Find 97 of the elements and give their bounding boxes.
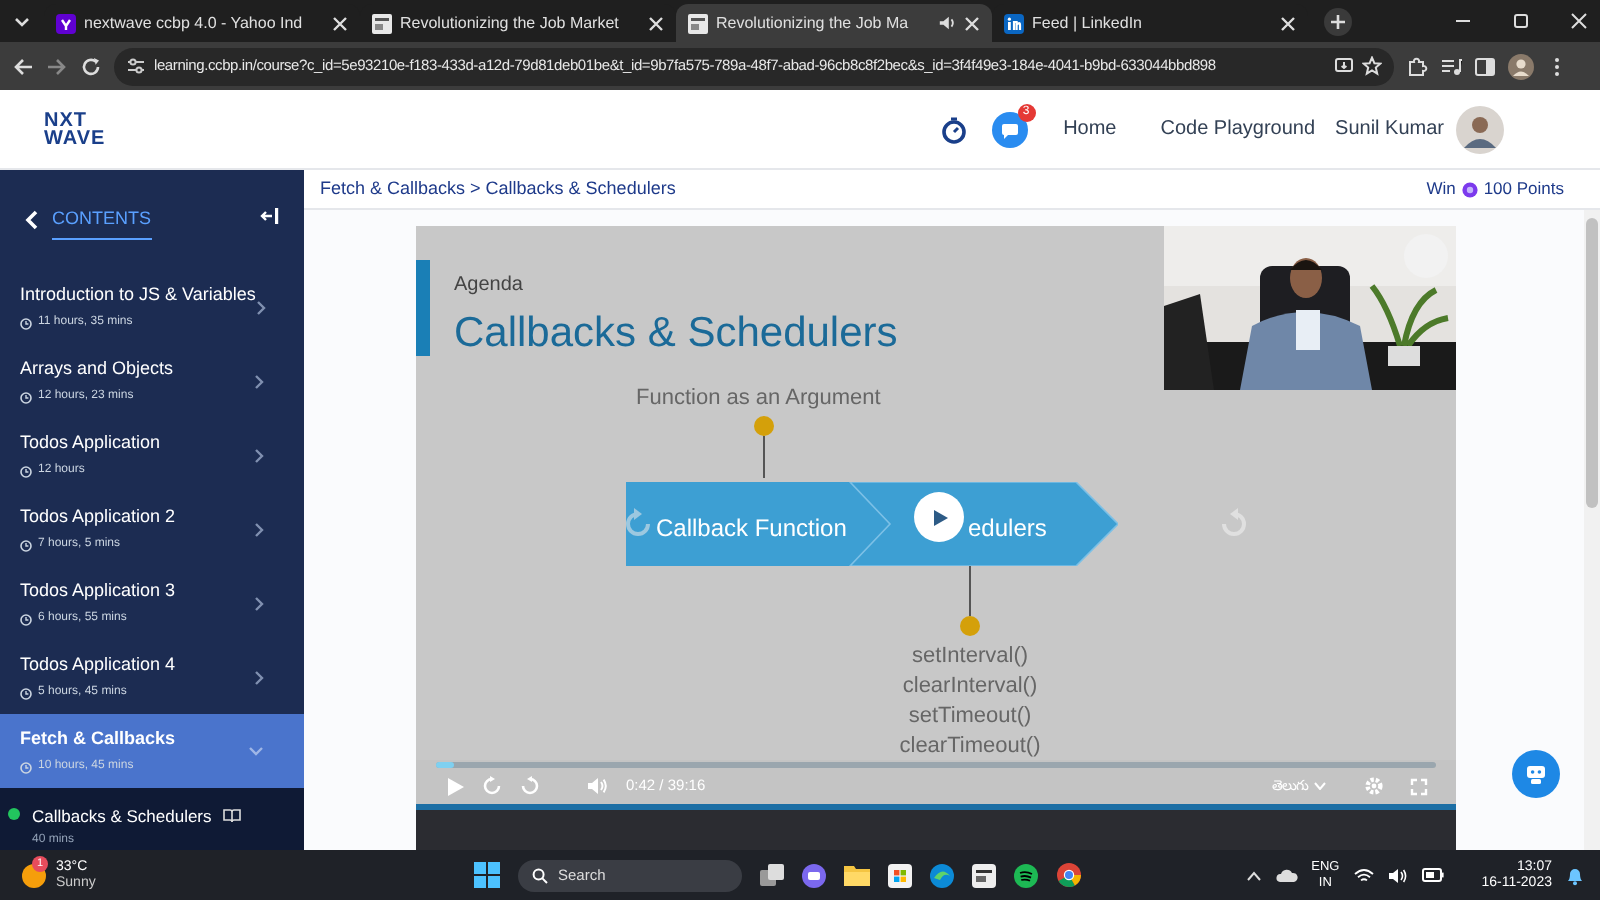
install-icon[interactable] — [1334, 56, 1354, 76]
close-icon[interactable] — [648, 15, 664, 31]
chat-app-icon[interactable] — [802, 863, 826, 887]
extensions-icon[interactable] — [1406, 55, 1428, 77]
windows-icon[interactable] — [474, 862, 500, 888]
points-label: Win — [1426, 176, 1456, 202]
volume-icon[interactable] — [1387, 867, 1408, 883]
breadcrumb[interactable]: Fetch & Callbacks > Callbacks & Schedulers — [320, 175, 676, 203]
module-title: Todos Application 4 — [20, 651, 178, 678]
logo-text[interactable]: NXT — [44, 111, 106, 129]
media-icon[interactable] — [1440, 55, 1462, 77]
collapse-icon[interactable] — [260, 206, 280, 226]
close-icon[interactable] — [332, 15, 348, 31]
browser-tab[interactable]: Revolutionizing the Job Ma — [676, 4, 992, 42]
function-label: setInterval() — [911, 642, 1029, 672]
notification-bell-icon[interactable] — [1566, 865, 1584, 885]
module-title: Todos Application — [20, 429, 163, 456]
slide-subtitle: Agenda — [454, 272, 523, 300]
stopwatch-icon[interactable] — [939, 115, 968, 143]
search-icon — [532, 867, 548, 883]
nav-link[interactable]: Home — [1063, 114, 1117, 144]
music-app-icon[interactable] — [1014, 863, 1038, 887]
function-label: clearTimeout() — [899, 732, 1041, 760]
clock-icon — [20, 317, 32, 330]
module-title: Todos Application 2 — [20, 503, 178, 530]
chevron-right-icon[interactable] — [254, 447, 264, 463]
dropdown-icon[interactable] — [12, 12, 32, 32]
star-icon[interactable] — [1362, 56, 1382, 76]
module-title: Introduction to JS & Variables — [20, 281, 256, 308]
favicon-icon — [1004, 13, 1024, 33]
robot-icon — [1524, 762, 1548, 786]
close-icon[interactable] — [1570, 12, 1588, 30]
folder-icon[interactable] — [844, 864, 870, 886]
logo-text[interactable]: WAVE — [44, 129, 106, 147]
node-label: edulers — [968, 512, 1047, 546]
clock-icon — [20, 613, 32, 626]
node-label: Callback Function — [656, 512, 847, 546]
clock-icon — [20, 465, 32, 478]
clock-icon — [20, 687, 32, 700]
app-icon[interactable] — [972, 863, 996, 887]
store-icon[interactable] — [888, 863, 912, 887]
cloud-icon[interactable] — [1275, 868, 1298, 882]
progress-track[interactable] — [436, 762, 1436, 768]
caret-icon — [1314, 782, 1326, 790]
favicon-icon — [56, 13, 76, 33]
coin-icon — [1461, 181, 1478, 197]
connector-drawing — [960, 566, 980, 636]
node-label: Function as an Argument — [636, 384, 881, 414]
forward-icon[interactable] — [46, 55, 68, 77]
favicon-icon — [372, 13, 392, 33]
chevron-right-icon[interactable] — [254, 521, 264, 537]
speaker-icon[interactable] — [938, 14, 956, 32]
module-title: Arrays and Objects — [20, 355, 176, 382]
task-view-icon[interactable] — [760, 863, 784, 887]
battery-icon[interactable] — [1421, 868, 1444, 882]
tab-title: nextwave ccbp 4.0 - Yahoo Ind — [84, 11, 305, 35]
module-title: Fetch & Callbacks — [20, 725, 178, 752]
book-icon — [221, 808, 242, 825]
tab-title: Revolutionizing the Job Market — [400, 11, 621, 35]
user-name[interactable]: Sunil Kumar — [1335, 114, 1444, 144]
user-avatar[interactable] — [1456, 105, 1504, 153]
nav-link[interactable]: Code Playground — [1160, 114, 1316, 144]
wifi-icon[interactable] — [1353, 867, 1374, 883]
clock-icon — [20, 539, 32, 552]
chat-icon[interactable] — [991, 111, 1028, 147]
chrome-icon[interactable] — [1056, 862, 1082, 888]
chevron-right-icon[interactable] — [254, 373, 264, 389]
chevron-up-icon[interactable] — [1245, 869, 1262, 881]
reload-icon[interactable] — [80, 55, 102, 77]
close-icon[interactable] — [964, 15, 980, 31]
chevron-right-icon[interactable] — [254, 669, 264, 685]
close-icon[interactable] — [1280, 15, 1296, 31]
function-label: setTimeout() — [908, 702, 1032, 732]
contents-heading: CONTENTS — [52, 206, 151, 239]
accent-bar — [416, 260, 430, 356]
side-panel-icon[interactable] — [1474, 55, 1496, 77]
points-value: 100 Points — [1483, 176, 1564, 202]
slide-title: Callbacks & Schedulers — [454, 308, 898, 360]
lesson-title: Callbacks & Schedulers — [32, 804, 212, 830]
back-icon[interactable] — [12, 55, 34, 77]
browser-icon[interactable] — [930, 863, 954, 887]
play-icon — [929, 507, 949, 527]
scrollbar-thumb[interactable] — [1586, 218, 1598, 508]
favicon-icon — [688, 13, 708, 33]
chevron-right-icon[interactable] — [254, 595, 264, 611]
module-title: Todos Application 3 — [20, 577, 178, 604]
clock-icon — [20, 391, 32, 404]
clock-icon — [20, 761, 32, 774]
new-tab-icon[interactable] — [1324, 8, 1352, 36]
tab-title: Revolutionizing the Job Ma — [716, 11, 911, 35]
connector-drawing — [754, 416, 774, 478]
tab-title: Feed | LinkedIn — [1032, 11, 1145, 35]
function-label: clearInterval() — [902, 672, 1038, 702]
profile-avatar[interactable] — [1508, 53, 1534, 79]
maximize-icon[interactable] — [1512, 12, 1530, 30]
site-info-icon[interactable] — [126, 56, 146, 76]
chevron-right-icon[interactable] — [255, 299, 266, 315]
